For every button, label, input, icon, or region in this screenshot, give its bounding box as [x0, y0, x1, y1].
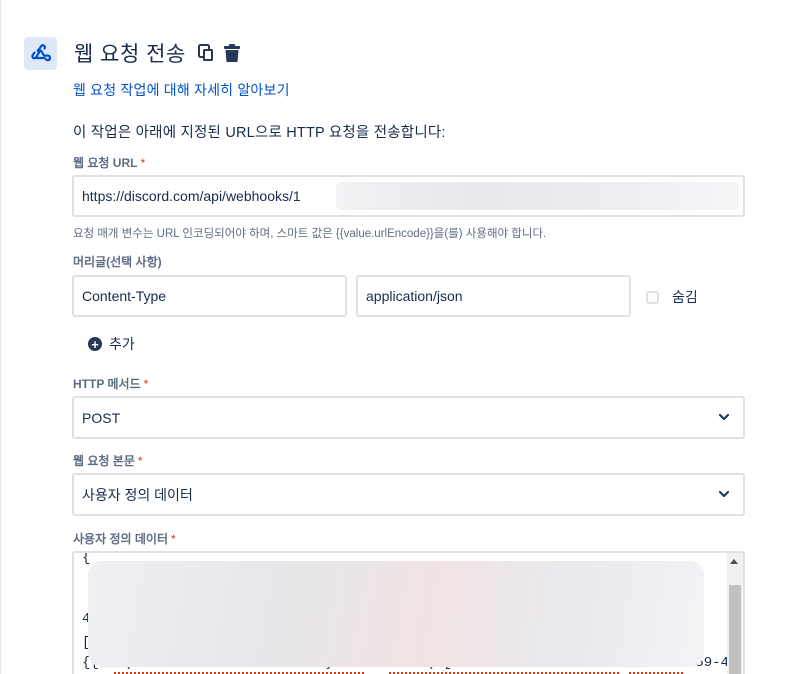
action-header: 웹 요청 전송 [24, 36, 242, 70]
trash-icon[interactable] [222, 43, 242, 63]
redacted-region [336, 182, 739, 210]
hide-header-checkbox[interactable]: 숨김 [646, 287, 698, 307]
header-key-value: Content-Type [82, 288, 167, 304]
url-input[interactable]: https://discord.com/api/webhooks/1 [72, 175, 745, 217]
header-value-value: application/json [366, 288, 463, 304]
chevron-down-icon [719, 491, 729, 498]
scroll-thumb[interactable] [729, 585, 741, 674]
redacted-region [88, 561, 704, 667]
action-description: 이 작업은 아래에 지정된 URL으로 HTTP 요청을 전송합니다: [73, 125, 446, 141]
hide-header-label: 숨김 [672, 289, 698, 305]
url-field-label: 웹 요청 URL * [73, 156, 146, 170]
header-key-input[interactable]: Content-Type [72, 275, 347, 317]
add-header-label: 추가 [109, 336, 135, 352]
chevron-down-icon [719, 414, 729, 421]
custom-data-label: 사용자 정의 데이터 * [73, 532, 176, 546]
action-title: 웹 요청 전송 [74, 43, 186, 66]
scroll-up-arrow-icon[interactable] [730, 559, 738, 564]
scrollbar[interactable] [727, 553, 743, 674]
add-circle-icon: + [88, 337, 102, 351]
url-hint: 요청 매개 변수는 URL 인코딩되어야 하며, 스마트 값은 {{value.… [73, 228, 547, 240]
code-line: { [82, 551, 91, 566]
http-method-label: HTTP 메서드 * [73, 377, 149, 391]
request-body-value: 사용자 정의 데이터 [82, 486, 193, 503]
headers-label: 머리글(선택 사항) [73, 255, 162, 269]
webhook-icon [24, 36, 57, 70]
request-body-label: 웹 요청 본문 * [73, 454, 143, 468]
request-body-select[interactable]: 사용자 정의 데이터 [72, 473, 745, 516]
http-method-select[interactable]: POST [72, 396, 745, 439]
learn-more-link[interactable]: 웹 요청 작업에 대해 자세히 알아보기 [73, 80, 290, 100]
add-header-button[interactable]: + 추가 [88, 334, 135, 354]
panel-edge [0, 0, 1, 674]
url-input-value: https://discord.com/api/webhooks/1 [82, 188, 301, 204]
http-method-value: POST [82, 409, 121, 426]
header-value-input[interactable]: application/json [356, 275, 631, 317]
copy-icon[interactable] [196, 43, 216, 63]
custom-data-textarea[interactable]: { 4 [ {{#if(issue.comments.last.body.sta… [72, 551, 745, 674]
checkbox-box[interactable] [646, 290, 659, 304]
